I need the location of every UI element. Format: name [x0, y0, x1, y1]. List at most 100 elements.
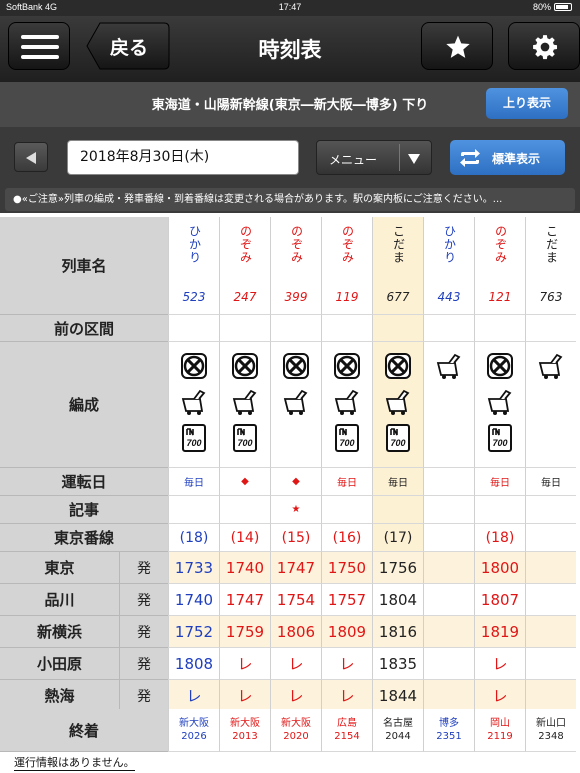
timetable-cell[interactable]	[423, 342, 474, 468]
timetable-cell[interactable]	[423, 496, 474, 524]
timetable-cell[interactable]: 700	[321, 342, 372, 468]
timetable-cell[interactable]: レ	[219, 648, 270, 680]
timetable-cell[interactable]: 700	[168, 342, 219, 468]
train-header-cell[interactable]: こだま 677	[372, 217, 423, 315]
timetable-cell[interactable]: 1740	[219, 552, 270, 584]
timetable-cell[interactable]: レ	[321, 648, 372, 680]
timetable-cell[interactable]: 1809	[321, 616, 372, 648]
timetable-cell[interactable]	[423, 524, 474, 552]
timetable-cell[interactable]	[423, 584, 474, 616]
timetable-cell[interactable]	[525, 496, 576, 524]
timetable-cell[interactable]	[321, 315, 372, 342]
timetable-cell[interactable]: 1747	[270, 552, 321, 584]
timetable-cell[interactable]	[372, 496, 423, 524]
timetable-cell[interactable]: 1757	[321, 584, 372, 616]
timetable-cell[interactable]: 700	[474, 342, 525, 468]
timetable-cell[interactable]	[423, 468, 474, 496]
timetable-cell[interactable]: レ	[474, 680, 525, 712]
final-destination-cell[interactable]: 新山口 2348	[525, 709, 576, 752]
timetable-cell[interactable]: 毎日	[168, 468, 219, 496]
timetable-cell[interactable]	[270, 315, 321, 342]
timetable-cell[interactable]: レ	[219, 680, 270, 712]
timetable-cell[interactable]	[423, 680, 474, 712]
timetable-cell[interactable]: レ	[321, 680, 372, 712]
timetable-cell[interactable]	[270, 342, 321, 468]
timetable-cell[interactable]	[525, 584, 576, 616]
train-header-cell[interactable]: こだま 763	[525, 217, 576, 315]
timetable-cell[interactable]: 毎日	[525, 468, 576, 496]
timetable-cell[interactable]: 毎日	[372, 468, 423, 496]
timetable-cell[interactable]	[525, 680, 576, 712]
timetable-cell[interactable]: 1819	[474, 616, 525, 648]
timetable-cell[interactable]: 毎日	[474, 468, 525, 496]
timetable-cell[interactable]: ◆	[270, 468, 321, 496]
train-header-cell[interactable]: のぞみ 247	[219, 217, 270, 315]
back-button[interactable]: 戻る	[86, 22, 170, 70]
timetable-cell[interactable]	[423, 616, 474, 648]
timetable-cell[interactable]: (16)	[321, 524, 372, 552]
timetable-cell[interactable]: 1804	[372, 584, 423, 616]
timetable-cell[interactable]	[525, 552, 576, 584]
timetable-cell[interactable]: 1816	[372, 616, 423, 648]
standard-view-button[interactable]: 標準表示	[450, 140, 565, 175]
timetable-cell[interactable]	[168, 496, 219, 524]
timetable-cell[interactable]: (17)	[372, 524, 423, 552]
timetable-cell[interactable]	[219, 315, 270, 342]
train-header-cell[interactable]: のぞみ 399	[270, 217, 321, 315]
notice-text[interactable]: ●«ご注意»列車の編成・発車番線・到着番線は変更される場合があります。駅の案内板…	[5, 188, 575, 211]
timetable-cell[interactable]: レ	[270, 648, 321, 680]
timetable-cell[interactable]	[525, 648, 576, 680]
timetable-cell[interactable]: 1800	[474, 552, 525, 584]
settings-button[interactable]	[508, 22, 580, 70]
service-info-link[interactable]: 運行情報はありません。	[14, 754, 135, 771]
timetable-cell[interactable]: 700	[219, 342, 270, 468]
timetable-cell[interactable]	[525, 342, 576, 468]
train-header-cell[interactable]: のぞみ 119	[321, 217, 372, 315]
timetable-cell[interactable]: 1807	[474, 584, 525, 616]
timetable-cell[interactable]: 1754	[270, 584, 321, 616]
timetable-cell[interactable]: (18)	[168, 524, 219, 552]
timetable-cell[interactable]	[423, 552, 474, 584]
timetable-cell[interactable]	[525, 616, 576, 648]
final-destination-cell[interactable]: 新大阪 2026	[168, 709, 219, 752]
timetable-cell[interactable]: 1759	[219, 616, 270, 648]
timetable-cell[interactable]: (15)	[270, 524, 321, 552]
timetable-cell[interactable]: 1747	[219, 584, 270, 616]
timetable-cell[interactable]	[423, 315, 474, 342]
timetable-cell[interactable]	[474, 315, 525, 342]
show-upbound-button[interactable]: 上り表示	[486, 88, 568, 119]
timetable-cell[interactable]: レ	[474, 648, 525, 680]
timetable-cell[interactable]	[474, 496, 525, 524]
final-destination-cell[interactable]: 博多 2351	[423, 709, 474, 752]
timetable-cell[interactable]: レ	[270, 680, 321, 712]
timetable-cell[interactable]	[321, 496, 372, 524]
timetable-cell[interactable]	[219, 496, 270, 524]
timetable-cell[interactable]: 1806	[270, 616, 321, 648]
timetable-cell[interactable]: ★	[270, 496, 321, 524]
timetable-cell[interactable]: 1752	[168, 616, 219, 648]
timetable-cell[interactable]: 700	[372, 342, 423, 468]
timetable-cell[interactable]	[525, 315, 576, 342]
final-destination-cell[interactable]: 名古屋 2044	[372, 709, 423, 752]
timetable-cell[interactable]	[525, 524, 576, 552]
train-header-cell[interactable]: のぞみ 121	[474, 217, 525, 315]
timetable-cell[interactable]: 1750	[321, 552, 372, 584]
timetable-cell[interactable]	[168, 315, 219, 342]
previous-date-button[interactable]	[14, 142, 48, 172]
final-destination-cell[interactable]: 新大阪 2013	[219, 709, 270, 752]
timetable-cell[interactable]: 1844	[372, 680, 423, 712]
final-destination-cell[interactable]: 新大阪 2020	[270, 709, 321, 752]
timetable-cell[interactable]: (14)	[219, 524, 270, 552]
timetable-cell[interactable]	[423, 648, 474, 680]
favorite-button[interactable]	[421, 22, 493, 70]
menu-dropdown[interactable]: メニュー	[316, 140, 432, 175]
date-field[interactable]: 2018年8月30日(木)	[67, 140, 299, 175]
timetable-cell[interactable]: レ	[168, 680, 219, 712]
hamburger-menu-button[interactable]	[8, 22, 70, 70]
timetable-cell[interactable]: 1835	[372, 648, 423, 680]
train-header-cell[interactable]: ひかり 443	[423, 217, 474, 315]
final-destination-cell[interactable]: 広島 2154	[321, 709, 372, 752]
timetable-cell[interactable]: 1808	[168, 648, 219, 680]
train-header-cell[interactable]: ひかり 523	[168, 217, 219, 315]
timetable-cell[interactable]: 1740	[168, 584, 219, 616]
